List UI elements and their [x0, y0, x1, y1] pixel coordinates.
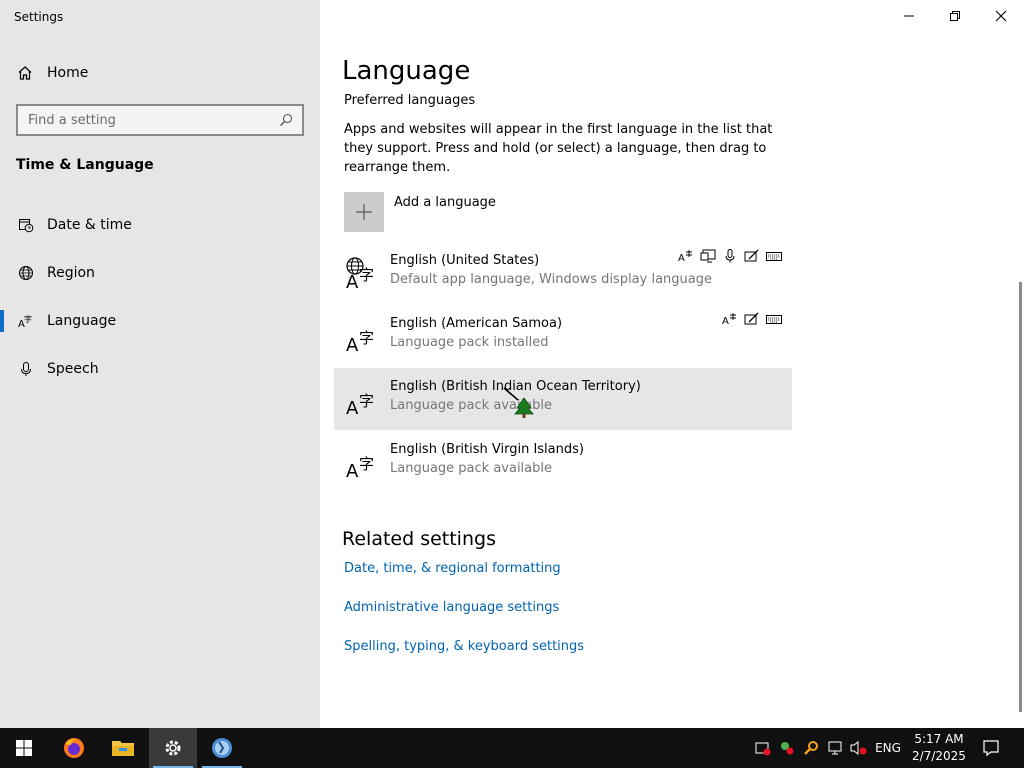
sidebar-item-label: Speech — [47, 361, 99, 377]
globe-icon — [17, 264, 35, 282]
preferred-languages-heading: Preferred languages — [344, 93, 476, 108]
sidebar-item-date-time[interactable]: Date & time — [0, 205, 320, 245]
tray-volume[interactable] — [848, 728, 870, 768]
svg-text:字: 字 — [359, 329, 374, 347]
network-globe-icon — [212, 738, 232, 758]
sidebar-item-label: Region — [47, 265, 95, 281]
tray-notifications[interactable] — [976, 728, 1006, 768]
windows-start-icon — [16, 740, 32, 756]
language-item-english-united-states[interactable]: A字 English (United States) Default app l… — [334, 242, 792, 304]
language-name: English (American Samoa) — [390, 316, 563, 331]
settings-icon — [165, 740, 181, 756]
home-label: Home — [47, 65, 89, 81]
taskbar-firefox[interactable] — [50, 728, 98, 768]
svg-text:字: 字 — [359, 455, 374, 473]
language-item-english-american-samoa[interactable]: A字 English (American Samoa) Language pac… — [334, 305, 792, 367]
taskbar-settings[interactable] — [149, 728, 197, 768]
language-globe-icon: A字 — [346, 254, 378, 293]
text-to-speech-icon: A — [678, 249, 694, 263]
language-features: A — [678, 249, 782, 263]
start-button[interactable] — [0, 728, 48, 768]
svg-text:A: A — [346, 461, 359, 479]
taskbar: ENG 5:17 AM 2/7/2025 — [0, 728, 1024, 768]
sidebar-item-label: Language — [47, 313, 117, 329]
search-input[interactable] — [28, 112, 278, 128]
sidebar: Settings Home Time & Language Date & tim… — [0, 0, 320, 728]
language-features: A — [722, 312, 782, 326]
taskbar-clock[interactable]: 5:17 AM 2/7/2025 — [904, 731, 974, 765]
network-icon — [828, 741, 842, 755]
search-box[interactable] — [16, 104, 304, 136]
input-language-indicator[interactable]: ENG — [872, 728, 904, 768]
sidebar-item-region[interactable]: Region — [0, 253, 320, 293]
tray-search-key[interactable] — [800, 728, 822, 768]
language-status: Default app language, Windows display la… — [390, 272, 713, 287]
handwriting-icon — [744, 249, 760, 263]
link-spelling-typing-keyboard-settings[interactable]: Spelling, typing, & keyboard settings — [344, 639, 584, 654]
language-item-english-british-virgin-islands[interactable]: A字 English (British Virgin Islands) Lang… — [334, 431, 792, 493]
taskbar-file-explorer[interactable] — [99, 728, 147, 768]
svg-text:A: A — [346, 398, 359, 416]
language-name: English (British Virgin Islands) — [390, 442, 584, 457]
window-title: Settings — [14, 10, 64, 24]
preferred-languages-description: Apps and websites will appear in the fir… — [344, 122, 773, 175]
search-icon[interactable] — [278, 112, 294, 128]
related-settings-heading: Related settings — [342, 528, 496, 550]
svg-text:A: A — [346, 335, 359, 353]
sidebar-item-label: Date & time — [47, 217, 132, 233]
tray-action-center-flag[interactable] — [752, 728, 774, 768]
sidebar-item-language[interactable]: A字 Language — [0, 301, 320, 341]
language-status: Language pack installed — [390, 335, 549, 350]
language-icon: A字 — [346, 317, 378, 356]
keyboard-icon — [766, 249, 782, 263]
svg-text:A: A — [722, 316, 729, 326]
language-icon: A字 — [346, 380, 378, 419]
link-administrative-language-settings[interactable]: Administrative language settings — [344, 600, 559, 615]
taskbar-network-app[interactable] — [198, 728, 246, 768]
main-content: Language Preferred languages Apps and we… — [320, 0, 1024, 728]
calendar-clock-icon — [17, 216, 35, 234]
section-heading: Time & Language — [16, 157, 154, 173]
display-language-icon — [700, 249, 716, 263]
link-date-time-regional-formatting[interactable]: Date, time, & regional formatting — [344, 561, 561, 576]
search-key-icon — [804, 741, 818, 755]
microphone-icon — [17, 360, 35, 378]
plus-icon — [344, 192, 384, 232]
home-nav-item[interactable]: Home — [0, 56, 320, 90]
firefox-icon — [64, 738, 84, 758]
svg-text:字: 字 — [359, 392, 374, 410]
svg-text:A: A — [346, 272, 359, 290]
mouse-cursor-icon — [503, 387, 534, 418]
svg-text:字: 字 — [359, 266, 374, 284]
handwriting-icon — [744, 312, 760, 326]
sidebar-item-speech[interactable]: Speech — [0, 349, 320, 389]
add-language-button[interactable]: Add a language — [344, 192, 496, 232]
home-icon — [17, 65, 33, 81]
svg-text:A: A — [678, 253, 685, 263]
tray-network-error[interactable] — [776, 728, 798, 768]
svg-text:字: 字 — [24, 314, 32, 324]
vertical-scrollbar[interactable] — [1019, 282, 1022, 712]
action-center-flag-icon — [755, 742, 771, 756]
keyboard-icon — [766, 312, 782, 326]
language-item-english-british-indian-ocean-territory[interactable]: A字 English (British Indian Ocean Territo… — [334, 368, 792, 430]
language-icon: A字 — [346, 443, 378, 482]
file-explorer-icon — [112, 741, 134, 756]
network-error-icon — [781, 742, 794, 755]
language-icon: A字 — [17, 312, 35, 330]
notifications-icon — [983, 740, 999, 757]
speech-recognition-icon — [722, 249, 738, 263]
clock-date: 2/7/2025 — [912, 749, 966, 763]
add-language-label: Add a language — [394, 194, 496, 210]
clock-time: 5:17 AM — [914, 732, 964, 746]
language-status: Language pack available — [390, 461, 552, 476]
language-name: English (United States) — [390, 253, 540, 268]
page-title: Language — [342, 56, 471, 86]
text-to-speech-icon: A — [722, 312, 738, 326]
volume-muted-icon — [850, 741, 867, 755]
tray-network[interactable] — [824, 728, 846, 768]
